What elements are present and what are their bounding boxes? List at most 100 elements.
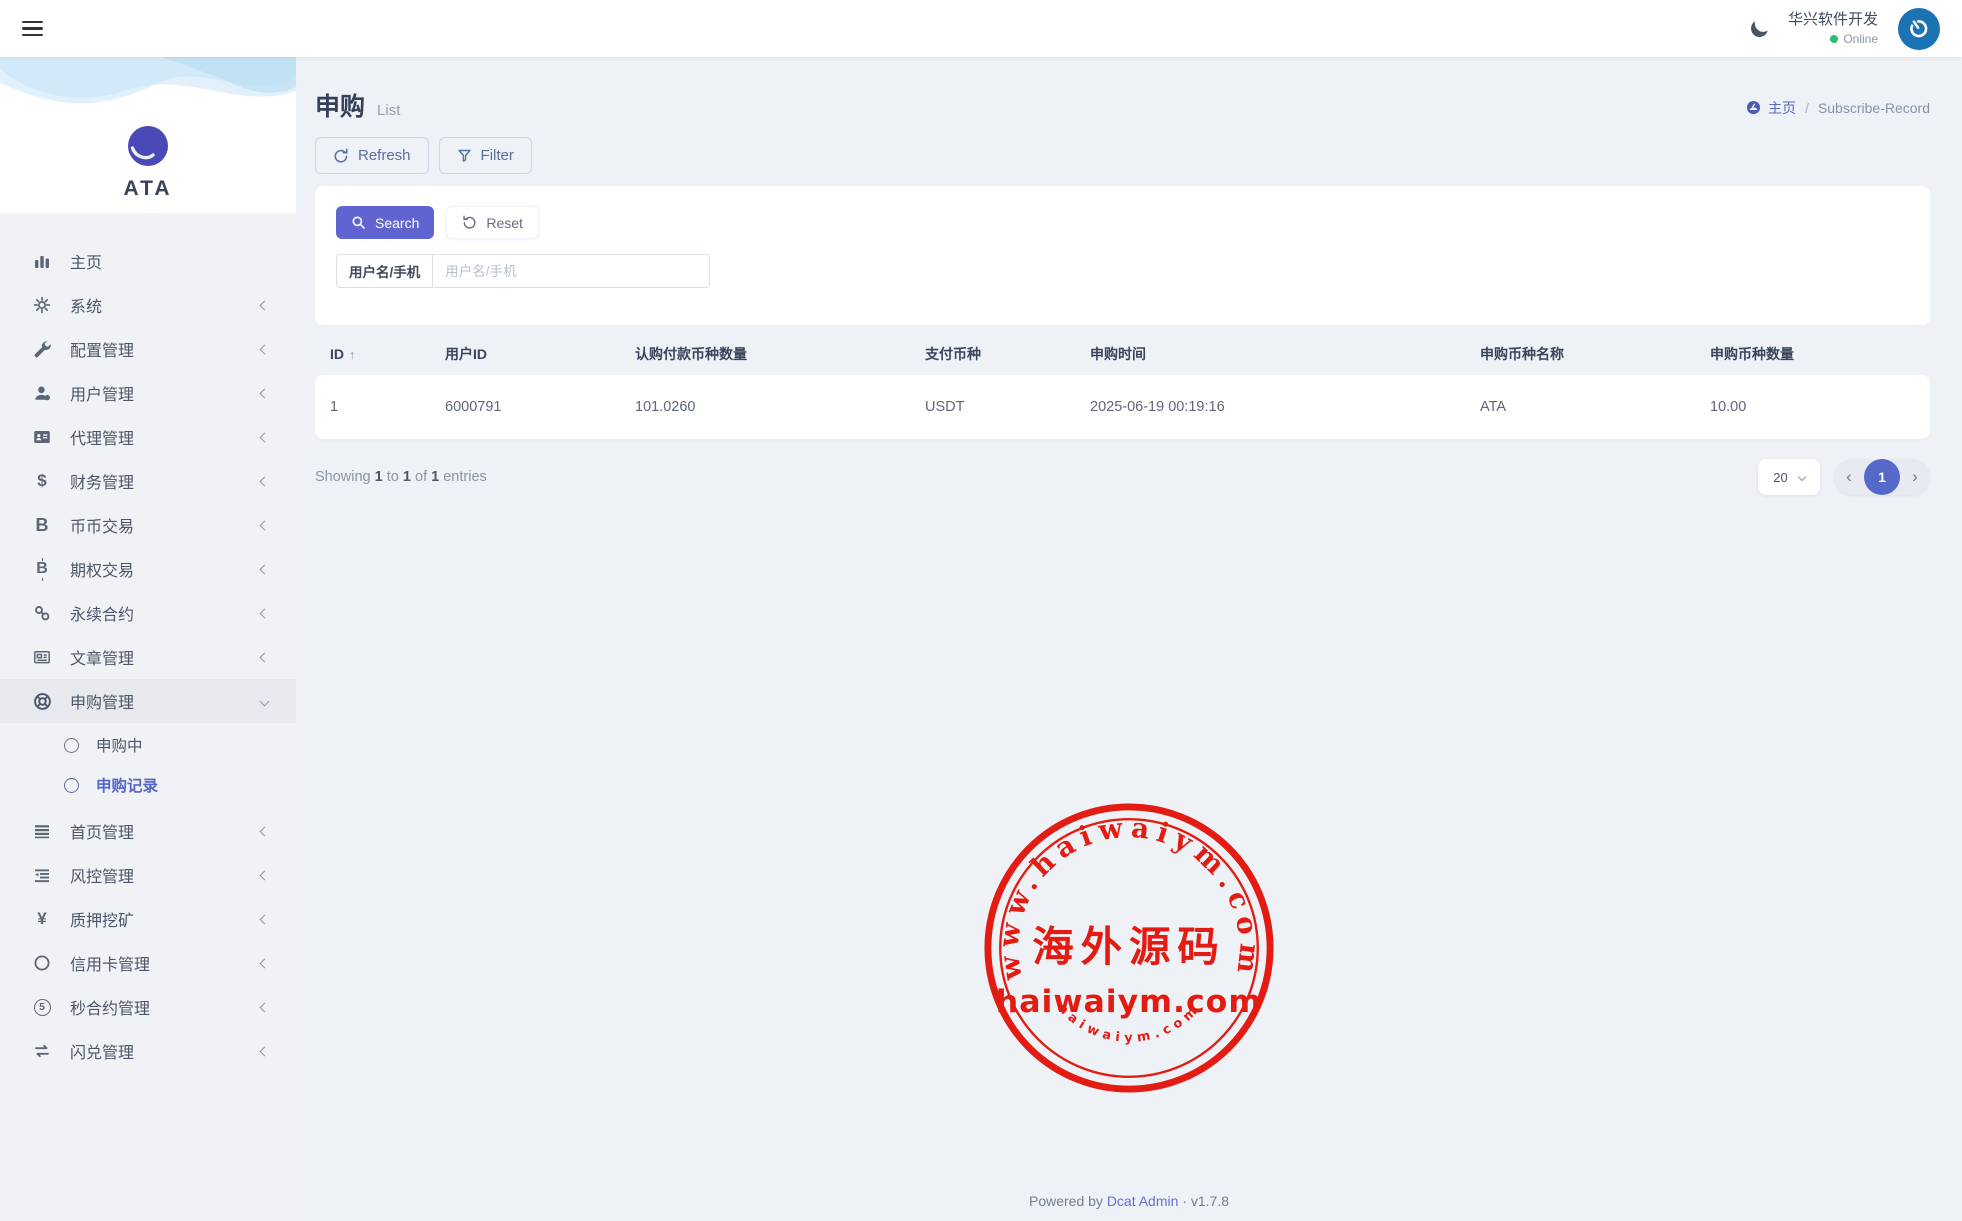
page-title: 申购: [315, 87, 365, 123]
showing-entries: Showing 1 to 1 of 1 entries: [315, 469, 487, 485]
page-subtitle: List: [377, 102, 400, 119]
svg-text:www.haiwaiym.com: www.haiwaiym.com: [992, 811, 1267, 984]
user-icon: [30, 384, 54, 402]
chain-icon: [30, 604, 54, 622]
column-header: 申购币种数量: [1710, 344, 1930, 364]
sort-asc-icon: ↑: [349, 348, 355, 362]
circle-icon: [30, 954, 54, 972]
column-header: 用户ID: [445, 344, 635, 364]
column-header-id[interactable]: ID↑: [330, 346, 445, 362]
list-icon: [30, 822, 54, 840]
cell-coin-amount: 10.00: [1710, 399, 1930, 415]
chevron-down-icon: [1797, 473, 1805, 481]
reset-icon: [462, 215, 477, 230]
cell-pay-amount: 101.0260: [635, 399, 925, 415]
chevron-left-icon: [260, 652, 270, 662]
chevron-left-icon: [260, 826, 270, 836]
prev-page-button[interactable]: ‹: [1834, 467, 1864, 487]
version-label: v1.7.8: [1191, 1193, 1229, 1209]
username-field-label: 用户名/手机: [337, 255, 433, 287]
chevron-left-icon: [260, 520, 270, 530]
username-input[interactable]: [433, 255, 709, 287]
chevron-left-icon: [260, 914, 270, 924]
wrench-icon: [30, 340, 54, 358]
app-logo-text: ATA: [123, 177, 172, 201]
chevron-left-icon: [260, 300, 270, 310]
sidebar-item-options-trade[interactable]: B 期权交易: [0, 547, 296, 591]
sidebar: ATA 主页 系统 配置管理: [0, 57, 296, 1221]
power-icon: [1907, 17, 1931, 41]
sidebar-item-home[interactable]: 主页: [0, 239, 296, 283]
user-name: 华兴软件开发: [1788, 10, 1878, 30]
sidebar-item-flash-exchange[interactable]: 闪兑管理: [0, 1029, 296, 1073]
breadcrumb-home-link[interactable]: 主页: [1746, 98, 1796, 118]
watermark-center-text: 海外源码: [1032, 922, 1225, 971]
sidebar-toggle-button[interactable]: [20, 13, 45, 45]
table-header: ID↑ 用户ID 认购付款币种数量 支付币种 申购时间 申购币种名称 申购币种数…: [315, 333, 1930, 375]
breadcrumb-separator: /: [1805, 100, 1809, 116]
watermark-main-text: haiwaiym.com: [996, 984, 1262, 1020]
user-avatar[interactable]: [1898, 8, 1940, 50]
gear-icon: [30, 296, 54, 314]
newspaper-icon: [30, 648, 54, 666]
sidebar-menu: 主页 系统 配置管理 用户管理: [0, 239, 296, 1073]
cell-id: 1: [330, 399, 445, 415]
subscribe-submenu: 申购中 申购记录: [0, 723, 296, 809]
sidebar-item-risk[interactable]: 风控管理: [0, 853, 296, 897]
chevron-left-icon: [260, 432, 270, 442]
page-footer: Powered by Dcat Admin · v1.7.8: [296, 1193, 1962, 1209]
refresh-button[interactable]: Refresh: [315, 137, 429, 174]
outdent-icon: [30, 866, 54, 884]
next-page-button[interactable]: ›: [1900, 467, 1930, 487]
cell-user-id: 6000791: [445, 399, 635, 415]
dark-mode-toggle-icon[interactable]: [1749, 18, 1770, 39]
per-page-select[interactable]: 20: [1758, 459, 1820, 495]
search-button[interactable]: Search: [336, 206, 434, 239]
cell-coin-name: ATA: [1480, 399, 1710, 415]
sidebar-item-subscribe[interactable]: 申购管理: [0, 679, 296, 723]
chevron-left-icon: [260, 564, 270, 574]
watermark-arc-bottom-text: haiwaiym.com: [1054, 1001, 1203, 1046]
search-icon: [351, 215, 366, 230]
dollar-icon: $: [30, 471, 54, 491]
table-row: 1 6000791 101.0260 USDT 2025-06-19 00:19…: [315, 375, 1930, 439]
app-logo-icon: [127, 125, 169, 167]
sidebar-item-staking[interactable]: ¥ 质押挖矿: [0, 897, 296, 941]
online-dot-icon: [1830, 35, 1838, 43]
chevron-left-icon: [260, 1002, 270, 1012]
sidebar-item-system[interactable]: 系统: [0, 283, 296, 327]
svg-text:haiwaiym.com: haiwaiym.com: [1054, 1001, 1203, 1046]
sidebar-item-second-contract[interactable]: 5 秒合约管理: [0, 985, 296, 1029]
filter-button[interactable]: Filter: [439, 137, 532, 174]
reset-button[interactable]: Reset: [446, 206, 539, 239]
sidebar-item-spot-trade[interactable]: B 币币交易: [0, 503, 296, 547]
sidebar-subitem-subscribe-record[interactable]: 申购记录: [0, 765, 296, 805]
user-menu[interactable]: 华兴软件开发 Online: [1788, 10, 1878, 46]
id-card-icon: [30, 428, 54, 446]
watermark-stamp: www.haiwaiym.com 海外源码 haiwaiym.com haiwa…: [981, 800, 1277, 1096]
sidebar-item-config[interactable]: 配置管理: [0, 327, 296, 371]
sidebar-item-credit-card[interactable]: 信用卡管理: [0, 941, 296, 985]
sidebar-item-finance[interactable]: $ 财务管理: [0, 459, 296, 503]
chevron-left-icon: [260, 958, 270, 968]
bitcoin-icon: B: [30, 560, 54, 578]
exchange-icon: [30, 1042, 54, 1060]
sidebar-subitem-subscribing[interactable]: 申购中: [0, 725, 296, 765]
sidebar-item-homepage[interactable]: 首页管理: [0, 809, 296, 853]
sidebar-item-users[interactable]: 用户管理: [0, 371, 296, 415]
column-header: 申购时间: [1090, 344, 1480, 364]
dcat-admin-link[interactable]: Dcat Admin: [1107, 1193, 1179, 1209]
refresh-icon: [333, 148, 349, 164]
circle-icon: [64, 778, 79, 793]
home-icon: [1746, 100, 1761, 115]
chevron-left-icon: [260, 388, 270, 398]
sidebar-item-articles[interactable]: 文章管理: [0, 635, 296, 679]
main-content: 申购 List 主页 / Subscribe-Record: [296, 57, 1962, 1221]
chevron-down-icon: [260, 696, 270, 706]
top-navbar: 华兴软件开发 Online: [0, 0, 1962, 57]
column-header: 申购币种名称: [1480, 344, 1710, 364]
sidebar-item-agents[interactable]: 代理管理: [0, 415, 296, 459]
current-page-button[interactable]: 1: [1864, 459, 1900, 495]
grid-toolbar: Refresh Filter: [315, 137, 1930, 174]
sidebar-item-perpetual[interactable]: 永续合约: [0, 591, 296, 635]
